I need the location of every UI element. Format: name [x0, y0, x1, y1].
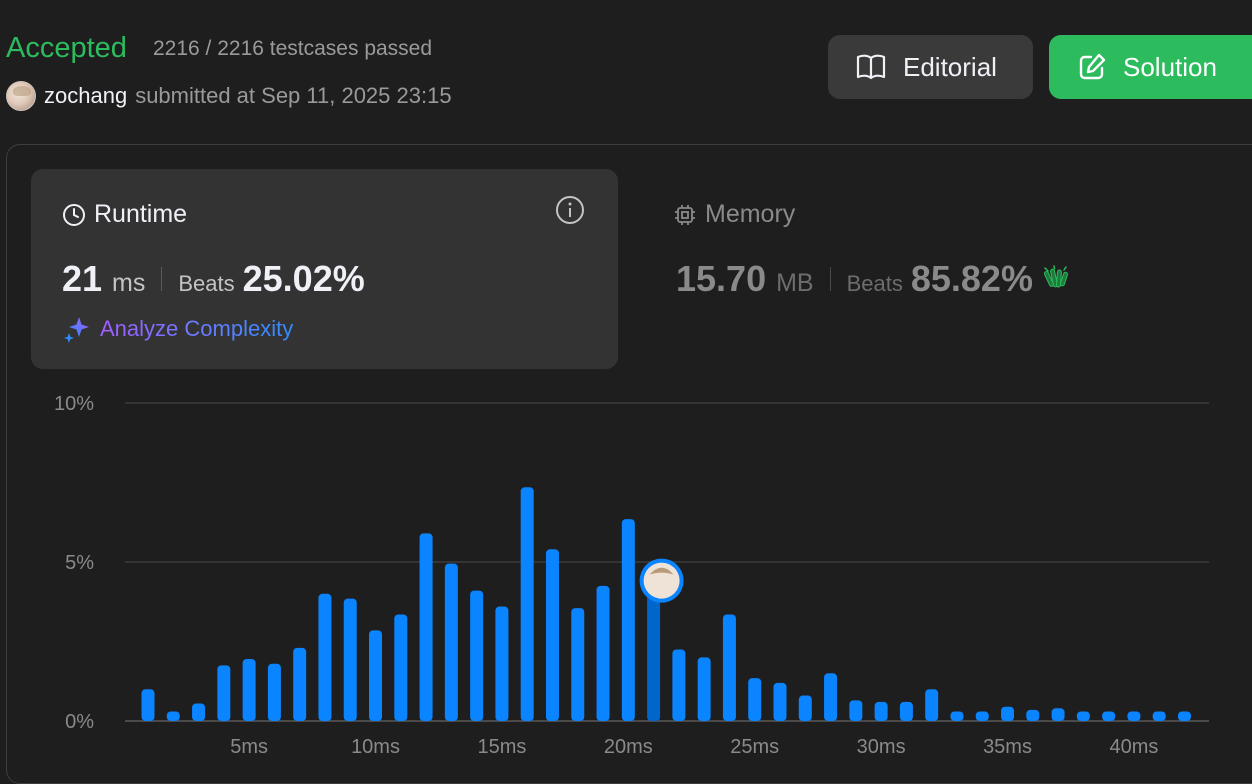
- bar: [874, 701, 888, 721]
- bar: [217, 665, 231, 721]
- submitted-time: submitted at Sep 11, 2025 23:15: [135, 83, 452, 108]
- divider: [161, 267, 163, 291]
- analyze-complexity-link[interactable]: Analyze Complexity: [62, 314, 293, 344]
- bar: [1127, 711, 1141, 721]
- bar: [520, 487, 534, 721]
- runtime-value: 21: [62, 258, 103, 299]
- sparkle-icon: [64, 317, 89, 343]
- bar: [748, 678, 762, 721]
- x-tick-label: 20ms: [604, 736, 653, 756]
- editorial-button[interactable]: Editorial: [828, 35, 1033, 99]
- bar: [925, 689, 939, 721]
- x-tick-label: 30ms: [857, 736, 906, 756]
- solution-label: Solution: [1123, 51, 1217, 82]
- memory-title[interactable]: Memory: [673, 200, 795, 229]
- runtime-metric: 21 ms Beats 25.02%: [62, 258, 365, 300]
- bar: [1177, 711, 1191, 721]
- bar: [621, 519, 635, 721]
- bar: [192, 703, 206, 721]
- runtime-distribution-chart[interactable]: 0% 5% 10% 5ms 10ms 15ms 20ms 25ms 30ms 35ms 40ms: [0, 380, 1252, 756]
- bar: [1076, 711, 1090, 721]
- bar: [1026, 709, 1040, 721]
- memory-title-text: Memory: [705, 200, 796, 228]
- divider: [829, 267, 831, 291]
- bar: [596, 585, 610, 721]
- bar: [1152, 711, 1166, 721]
- bar: [444, 563, 458, 721]
- bar: [773, 682, 787, 721]
- bar: [470, 590, 484, 721]
- bar: [318, 593, 332, 721]
- runtime-beats-label: Beats: [178, 271, 235, 296]
- bar-selected: [647, 590, 661, 721]
- bar: [697, 657, 711, 721]
- solution-button[interactable]: Solution: [1049, 35, 1252, 99]
- bar: [369, 630, 383, 721]
- bar: [1051, 708, 1065, 721]
- bar: [495, 606, 509, 721]
- bar: [975, 711, 989, 721]
- bar: [293, 647, 307, 721]
- y-tick-label: 0%: [65, 711, 94, 733]
- info-icon[interactable]: [555, 195, 585, 230]
- username-link[interactable]: zochang: [44, 83, 127, 109]
- memory-beats-label: Beats: [846, 271, 903, 296]
- bar: [545, 549, 559, 721]
- editorial-label: Editorial: [903, 51, 997, 82]
- memory-unit: MB: [776, 269, 814, 297]
- bar: [722, 614, 736, 721]
- runtime-title: Runtime: [62, 200, 187, 229]
- bar: [672, 649, 686, 721]
- bar: [798, 695, 812, 721]
- runtime-title-text: Runtime: [94, 200, 188, 228]
- runtime-unit: ms: [112, 269, 146, 297]
- bar: [343, 598, 357, 721]
- y-tick-label: 10%: [54, 393, 94, 415]
- chip-icon: [675, 204, 695, 225]
- your-submission-marker: [639, 558, 684, 603]
- bar: [950, 711, 964, 721]
- bar: [394, 614, 408, 721]
- memory-value: 15.70: [676, 258, 767, 299]
- x-tick-label: 35ms: [983, 736, 1032, 756]
- status-label: Accepted: [6, 32, 127, 64]
- memory-beats-pct: 85.82%: [910, 258, 1033, 299]
- testcases-passed: 2216 / 2216 testcases passed: [153, 37, 433, 60]
- bar: [849, 700, 863, 721]
- bar: [141, 689, 155, 721]
- bar: [1001, 706, 1015, 721]
- bar: [824, 673, 838, 721]
- x-tick-label: 15ms: [477, 736, 526, 756]
- submission-info: zochang submitted at Sep 11, 2025 23:15: [6, 80, 452, 112]
- y-tick-label: 5%: [65, 552, 94, 574]
- x-tick-label: 40ms: [1109, 736, 1158, 756]
- bar: [419, 533, 433, 721]
- book-icon: [856, 54, 886, 80]
- analyze-complexity-label: Analyze Complexity: [100, 316, 294, 341]
- bar: [899, 701, 913, 721]
- avatar[interactable]: [6, 81, 36, 111]
- bar: [267, 663, 281, 721]
- runtime-beats-pct: 25.02%: [242, 258, 365, 299]
- x-tick-label: 5ms: [230, 736, 268, 756]
- bar: [1102, 711, 1116, 721]
- memory-metric: 15.70 MB Beats 85.82%: [676, 258, 1071, 300]
- bar: [166, 711, 180, 721]
- edit-icon: [1079, 53, 1106, 80]
- x-tick-label: 10ms: [351, 736, 400, 756]
- bar: [571, 608, 585, 721]
- clapping-hands-icon: [1043, 265, 1069, 288]
- clock-icon: [63, 203, 85, 226]
- bar: [242, 658, 256, 721]
- x-tick-label: 25ms: [730, 736, 779, 756]
